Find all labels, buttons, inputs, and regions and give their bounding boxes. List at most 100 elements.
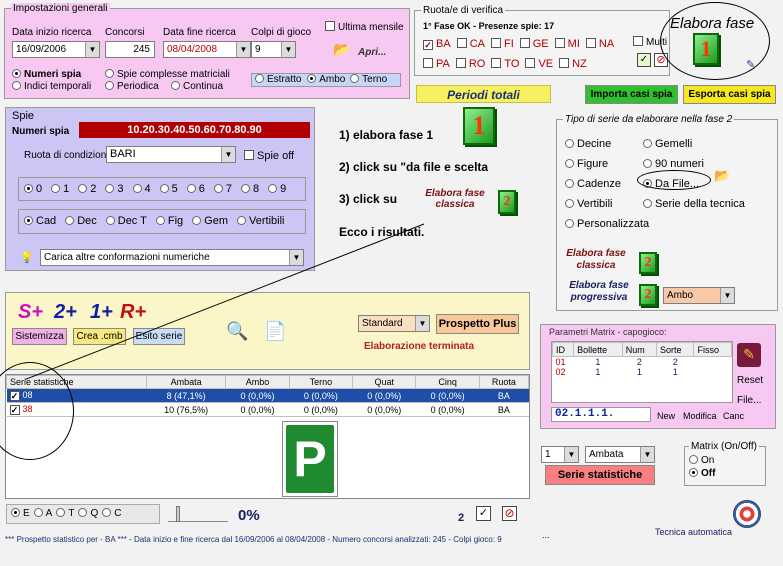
end-date-select[interactable]: 08/04/2008 ▼ [163, 41, 251, 58]
wheel-checkbox-fi[interactable]: FI [490, 38, 514, 50]
matrix-modify-button[interactable]: Modifica [683, 411, 717, 421]
esito-serie-button[interactable]: Esito serie [133, 328, 185, 345]
wheel-checkbox-nz[interactable]: NZ [559, 58, 587, 70]
target-icon[interactable] [733, 500, 761, 528]
stats-row[interactable]: ✓ 38 10 (76,5%) 0 (0,0%) 0 (0,0%) 0 (0,0%) 0 (… [6, 402, 529, 417]
stats-header-cell[interactable]: Cinq [415, 375, 480, 389]
stats-header-cell[interactable]: Ambo [225, 375, 290, 389]
start-date-select[interactable]: 16/09/2006 ▼ [12, 41, 100, 58]
matrix-off-radio[interactable]: Off [689, 468, 715, 479]
digit-radio-5[interactable]: 5 [159, 183, 178, 195]
sistemizza-button[interactable]: Sistemizza [12, 328, 67, 345]
standard-select[interactable]: Standard ▼ [358, 315, 430, 332]
prospetto-plus-button[interactable]: Prospetto Plus [436, 314, 519, 334]
digit-radio-8[interactable]: 8 [241, 183, 259, 195]
matrix-reset-button[interactable]: Reset [737, 375, 763, 386]
matrix-file-button[interactable]: File... [737, 395, 761, 406]
wheel-checkbox-na[interactable]: NA [585, 38, 614, 50]
digit-radio-1[interactable]: 1 [51, 183, 69, 195]
matrix-new-button[interactable]: New [657, 411, 675, 421]
lightbulb-icon: 💡 [20, 252, 34, 264]
phase-2-classica-button[interactable]: 2 [639, 252, 657, 274]
wheel-checkbox-ge[interactable]: GE [519, 38, 549, 50]
hits-select[interactable]: 9 ▼ [251, 41, 296, 58]
bottom-radio-c[interactable]: C [102, 508, 121, 519]
matrix-row[interactable]: 01 1 2 2 [553, 357, 732, 367]
import-button[interactable]: Importa casi spia [585, 85, 678, 104]
ie-document-icon[interactable]: 📄 [264, 321, 286, 342]
verify-title: Ruota/e di verifica [421, 5, 506, 16]
series-radio-vertibili[interactable]: Vertibili [565, 194, 649, 214]
numbers-spia-field[interactable]: 10.20.30.40.50.60.70.80.90 [79, 122, 310, 138]
opt-spie-complesse[interactable]: Spie complesse matriciali [105, 69, 230, 80]
opt-numeri-spia[interactable]: Numeri spia [12, 69, 81, 80]
stat-ambata-select[interactable]: Ambata ▼ [585, 446, 655, 463]
progressiva-select[interactable]: Ambo ▼ [663, 287, 735, 304]
stats-row[interactable]: ✓ 08 8 (47,1%) 0 (0,0%) 0 (0,0%) 0 (0,0%) 0 (0… [6, 388, 529, 403]
bottom-check-button[interactable]: ✓ [476, 506, 491, 521]
type-radio-gem[interactable]: Gem [192, 215, 228, 227]
bottom-radio-e[interactable]: E [11, 508, 30, 519]
load-more-select[interactable]: Carica altre conformazioni numeriche ▼ [40, 249, 304, 266]
digit-radio-0[interactable]: 0 [24, 183, 42, 195]
stats-header-cell[interactable]: Quat [352, 375, 417, 389]
phase-2-progressiva-button[interactable]: 2 [639, 284, 657, 306]
stats-header-cell[interactable]: Terno [288, 375, 354, 389]
play-ambo[interactable]: Ambo [307, 74, 345, 85]
stats-cell: 0 (0,0%) [352, 388, 416, 403]
stat-number-select[interactable]: 1 ▼ [541, 446, 579, 463]
digit-radio-3[interactable]: 3 [105, 183, 124, 195]
digit-radio-9[interactable]: 9 [268, 183, 286, 195]
digit-radio-7[interactable]: 7 [213, 183, 232, 195]
digit-radio-2[interactable]: 2 [78, 183, 96, 195]
book-icon[interactable]: ✎ [737, 343, 761, 367]
bottom-block-button[interactable]: ⊘ [502, 506, 517, 521]
open-folder-icon[interactable]: 📂 [333, 41, 350, 58]
digit-radio-6[interactable]: 6 [186, 183, 205, 195]
bottom-radio-q[interactable]: Q [78, 508, 98, 519]
periodi-totali-button[interactable]: Periodi totali [416, 85, 551, 103]
type-radio-vertibili[interactable]: Vertibili [237, 215, 284, 227]
export-button[interactable]: Esporta casi spia [683, 85, 776, 104]
serie-statistiche-button[interactable]: Serie statistiche [545, 465, 655, 485]
wheel-checkbox-ve[interactable]: VE [525, 58, 553, 70]
matrix-cancel-button[interactable]: Canc [723, 411, 744, 421]
matrix-row[interactable]: 02 1 1 1 [553, 367, 732, 377]
opt-indici-temporali[interactable]: Indici temporali [12, 81, 91, 92]
type-radio-dec[interactable]: Dec [65, 215, 97, 227]
play-estratto[interactable]: Estratto [255, 74, 301, 85]
series-radio-decine[interactable]: Decine [565, 134, 649, 154]
wheel-checkbox-pa[interactable]: PA [423, 58, 450, 70]
series-radio-figure[interactable]: Figure [565, 154, 649, 174]
opt-continua[interactable]: Continua [171, 81, 223, 92]
spie-off-checkbox[interactable]: Spie off [244, 150, 294, 162]
bottom-radio-t[interactable]: T [56, 508, 74, 519]
play-terno[interactable]: Terno [350, 74, 387, 85]
type-radio-fig[interactable]: Fig [155, 215, 183, 227]
slider-thumb[interactable] [176, 506, 180, 522]
series-radio-gemelli[interactable]: Gemelli [643, 134, 745, 154]
series-radio-personalizzata[interactable]: Personalizzata [565, 214, 649, 234]
type-radio-cad[interactable]: Cad [24, 215, 56, 227]
digit-radio-4[interactable]: 4 [132, 183, 151, 195]
confirm-check-button[interactable]: ✓ [637, 53, 651, 67]
opt-periodica[interactable]: Periodica [105, 81, 159, 92]
ruota-select[interactable]: BARI ▼ [106, 146, 236, 163]
bottom-radio-a[interactable]: A [33, 508, 52, 519]
wheel-checkbox-mi[interactable]: MI [554, 38, 580, 50]
stats-header-cell[interactable]: Ambata [145, 375, 227, 389]
wheel-checkbox-ba[interactable]: ✓ BA [423, 38, 451, 50]
open-button[interactable]: Apri... [358, 47, 386, 58]
last-month-checkbox[interactable]: Ultima mensile [325, 21, 404, 33]
wheel-checkbox-ro[interactable]: RO [455, 58, 485, 70]
wheel-checkbox-to[interactable]: TO [491, 58, 519, 70]
magnifier-icon[interactable]: 🔍 [226, 321, 248, 342]
series-radio-cadenze[interactable]: Cadenze [565, 174, 649, 194]
progress-slider[interactable] [168, 506, 228, 522]
wheel-checkbox-ca[interactable]: CA [456, 38, 485, 50]
series-radio-serie-della-tecnica[interactable]: Serie della tecnica [643, 194, 745, 214]
stats-header-cell[interactable]: Ruota [478, 375, 530, 389]
contests-field[interactable]: 245 [105, 41, 155, 58]
matrix-on-radio[interactable]: On [689, 455, 714, 466]
type-radio-dec-t[interactable]: Dec T [105, 215, 147, 227]
